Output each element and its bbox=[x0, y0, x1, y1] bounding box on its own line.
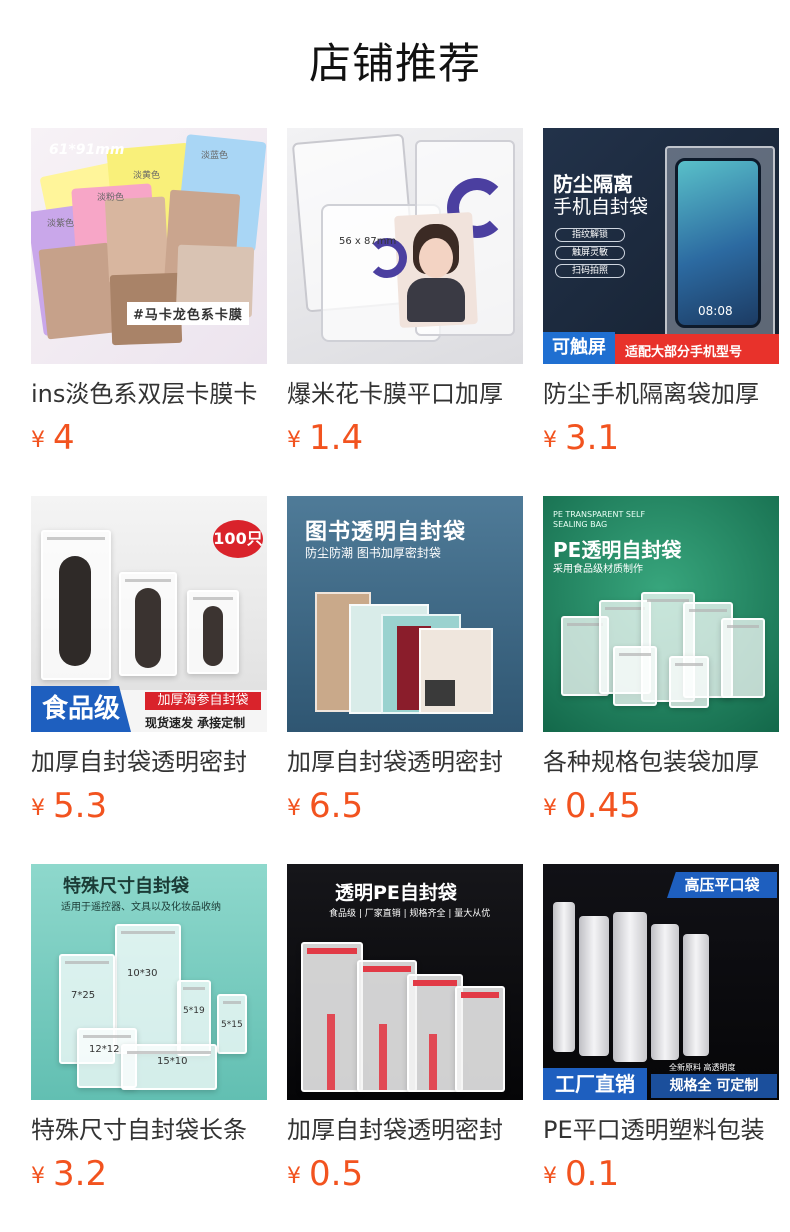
currency-symbol: ¥ bbox=[287, 428, 301, 453]
section-title: 店铺推荐 bbox=[308, 39, 481, 88]
image-tag: 淡蓝色 bbox=[201, 151, 229, 161]
image-banner: #马卡龙色系卡膜 bbox=[127, 302, 249, 325]
product-image[interactable]: 透明PE自封袋 食品级 | 厂家直销 | 规格齐全 | 量大从优 bbox=[287, 864, 523, 1100]
image-heading: 透明PE自封袋 bbox=[335, 882, 457, 904]
product-price: ¥0.1 bbox=[543, 1154, 619, 1198]
product-title[interactable]: 各种规格包装袋加厚 bbox=[543, 744, 779, 780]
size-label: 15*10 bbox=[157, 1056, 188, 1067]
image-pill: 扫码拍照 bbox=[555, 264, 625, 278]
image-sub: 现货速发 承接定制 bbox=[145, 716, 246, 730]
image-badge: 高压平口袋 bbox=[667, 872, 777, 898]
product-title[interactable]: 加厚自封袋透明密封 bbox=[287, 1112, 523, 1148]
image-tag: 加厚海参自封袋 bbox=[145, 692, 261, 710]
image-sub: 采用食品级材质制作 bbox=[553, 564, 643, 575]
image-badge: 可触屏 bbox=[543, 332, 615, 364]
currency-symbol: ¥ bbox=[31, 796, 45, 821]
product-image[interactable]: 56 x 87mm bbox=[287, 128, 523, 364]
currency-symbol: ¥ bbox=[287, 1164, 301, 1189]
product-price: ¥3.1 bbox=[543, 418, 619, 462]
product-title[interactable]: PE平口透明塑料包装 bbox=[543, 1112, 779, 1148]
product-title[interactable]: 加厚自封袋透明密封 bbox=[31, 744, 267, 780]
image-caption: 56 x 87mm bbox=[339, 236, 397, 247]
image-banner: 食品级 bbox=[31, 686, 131, 732]
currency-symbol: ¥ bbox=[287, 796, 301, 821]
image-pill: 指纹解锁 bbox=[555, 228, 625, 242]
product-image[interactable]: 特殊尺寸自封袋 适用于遥控器、文具以及化妆品收纳 10*30 7*25 5*19… bbox=[31, 864, 267, 1100]
image-heading: 图书透明自封袋 bbox=[305, 520, 467, 545]
price-value: 3.2 bbox=[53, 1154, 108, 1194]
currency-symbol: ¥ bbox=[31, 1164, 45, 1189]
product-title[interactable]: 爆米花卡膜平口加厚 bbox=[287, 376, 523, 412]
currency-symbol: ¥ bbox=[543, 428, 557, 453]
price-value: 0.45 bbox=[565, 786, 641, 826]
image-tag: 淡紫色 bbox=[47, 219, 75, 229]
price-value: 1.4 bbox=[309, 418, 364, 458]
image-heading: 手机自封袋 bbox=[553, 196, 649, 218]
image-sub: 防尘防潮 图书加厚密封袋 bbox=[305, 546, 441, 560]
image-sub: 食品级 | 厂家直销 | 规格齐全 | 量大从优 bbox=[329, 909, 491, 919]
price-value: 5.3 bbox=[53, 786, 108, 826]
product-price: ¥0.5 bbox=[287, 1154, 363, 1198]
size-label: 12*12 bbox=[89, 1044, 120, 1055]
product-title[interactable]: 防尘手机隔离袋加厚 bbox=[543, 376, 779, 412]
size-label: 10*30 bbox=[127, 968, 158, 979]
image-footer: 适配大部分手机型号 bbox=[625, 345, 743, 360]
section-header: 店铺推荐 bbox=[0, 0, 790, 128]
size-label: 7*25 bbox=[71, 990, 96, 1001]
currency-symbol: ¥ bbox=[31, 428, 45, 453]
product-title[interactable]: 加厚自封袋透明密封 bbox=[287, 744, 523, 780]
image-en: PE TRANSPARENT SELF SEALING BAG bbox=[553, 510, 646, 529]
price-value: 4 bbox=[53, 418, 75, 458]
product-price: ¥3.2 bbox=[31, 1154, 107, 1198]
price-value: 0.5 bbox=[309, 1154, 364, 1194]
price-value: 6.5 bbox=[309, 786, 364, 826]
image-heading: 特殊尺寸自封袋 bbox=[63, 876, 189, 897]
image-tag: 淡粉色 bbox=[97, 193, 125, 203]
product-image[interactable]: 图书透明自封袋 防尘防潮 图书加厚密封袋 bbox=[287, 496, 523, 732]
image-tag: 规格全 可定制 bbox=[651, 1074, 777, 1098]
image-badge: 100只 bbox=[213, 520, 263, 558]
product-title[interactable]: 特殊尺寸自封袋长条 bbox=[31, 1112, 267, 1148]
product-title[interactable]: ins淡色系双层卡膜卡 bbox=[31, 376, 267, 412]
currency-symbol: ¥ bbox=[543, 1164, 557, 1189]
product-price: ¥1.4 bbox=[287, 418, 363, 462]
product-price: ¥4 bbox=[31, 418, 75, 462]
image-tag: 淡黄色 bbox=[133, 171, 161, 181]
image-pill: 触屏灵敏 bbox=[555, 246, 625, 260]
price-value: 0.1 bbox=[565, 1154, 620, 1194]
image-banner: 工厂直销 bbox=[543, 1068, 647, 1100]
image-sub: 适用于遥控器、文具以及化妆品收纳 bbox=[61, 902, 221, 913]
image-tag-top: 全新原料 高透明度 bbox=[669, 1063, 736, 1072]
product-image[interactable]: 高压平口袋 全新原料 高透明度 工厂直销 规格全 可定制 bbox=[543, 864, 779, 1100]
product-price: ¥6.5 bbox=[287, 786, 363, 830]
size-label: 5*15 bbox=[221, 1020, 243, 1030]
image-heading: PE透明自封袋 bbox=[553, 538, 682, 562]
size-label: 5*19 bbox=[183, 1006, 205, 1016]
product-image[interactable]: 防尘隔离 手机自封袋 指纹解锁 触屏灵敏 扫码拍照 08:08 可触屏 适配大部… bbox=[543, 128, 779, 364]
currency-symbol: ¥ bbox=[543, 796, 557, 821]
image-caption: 61*91mm bbox=[49, 142, 125, 158]
product-price: ¥0.45 bbox=[543, 786, 641, 830]
price-value: 3.1 bbox=[565, 418, 620, 458]
product-image[interactable]: PE TRANSPARENT SELF SEALING BAG PE透明自封袋 … bbox=[543, 496, 779, 732]
product-image[interactable]: 61*91mm 淡黄色 淡蓝色 淡粉色 淡紫色 #马卡龙色系卡膜 bbox=[31, 128, 267, 364]
product-price: ¥5.3 bbox=[31, 786, 107, 830]
product-image[interactable]: 100只 食品级 加厚海参自封袋 现货速发 承接定制 bbox=[31, 496, 267, 732]
